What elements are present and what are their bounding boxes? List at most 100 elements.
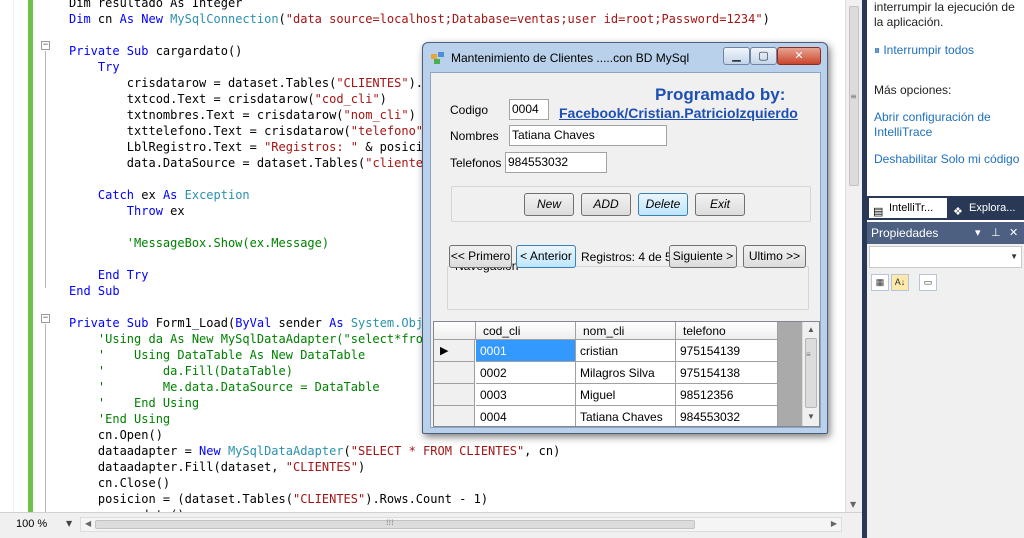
- column-header-telefono[interactable]: telefono: [676, 322, 778, 340]
- categorized-icon[interactable]: ▦: [871, 274, 889, 291]
- code-line[interactable]: ' da.Fill(DataTable): [69, 363, 293, 379]
- code-line[interactable]: crisdatarow = dataset.Tables("CLIENTES")…: [69, 75, 438, 91]
- previous-record-button[interactable]: < Anterior: [516, 245, 576, 268]
- code-line[interactable]: ' Using DataTable As New DataTable: [69, 347, 365, 363]
- clientes-datagrid[interactable]: cod_cli nom_cli telefono ▶ 0001 cristian 97515…: [433, 321, 820, 427]
- code-line[interactable]: ' End Using: [69, 395, 199, 411]
- alphabetical-icon[interactable]: A↓: [891, 274, 909, 291]
- code-line[interactable]: dataadapter = New MySqlDataAdapter("SELE…: [69, 443, 560, 459]
- code-line[interactable]: txttelefono.Text = crisdatarow("telefono…: [69, 123, 430, 139]
- code-line[interactable]: data.DataSource = dataset.Tables("client…: [69, 155, 445, 171]
- code-line[interactable]: Private Sub Form1_Load(ByVal sender As S…: [69, 315, 438, 331]
- scroll-thumb[interactable]: ⁞⁞⁞: [95, 518, 695, 529]
- object-selector-dropdown[interactable]: ▼: [869, 246, 1022, 268]
- grid-cell-telefono[interactable]: 975154139: [676, 340, 778, 362]
- property-pages-icon[interactable]: ▭: [919, 274, 937, 291]
- tab-intellitrace[interactable]: ▤ IntelliTr...: [869, 198, 947, 218]
- code-line[interactable]: 'MessageBox.Show(ex.Message): [69, 235, 329, 251]
- new-button[interactable]: New: [524, 193, 574, 216]
- add-button[interactable]: ADD: [581, 193, 631, 216]
- maximize-button[interactable]: ▢: [750, 47, 777, 65]
- scroll-down-arrow-icon[interactable]: ▼: [807, 412, 815, 421]
- scroll-up-arrow-icon[interactable]: ▲: [807, 325, 815, 334]
- zoom-dropdown-icon[interactable]: ▼: [66, 519, 72, 528]
- row-header[interactable]: [434, 384, 475, 406]
- table-row[interactable]: 0004 Tatiana Chaves 984553032: [434, 406, 778, 426]
- grid-corner-cell[interactable]: [434, 322, 476, 340]
- grid-cell-cod_cli[interactable]: 0003: [476, 384, 576, 406]
- last-record-button[interactable]: Ultimo >>: [743, 245, 806, 268]
- codigo-field[interactable]: 0004: [509, 99, 549, 120]
- code-line[interactable]: Try: [69, 59, 120, 75]
- nombres-field[interactable]: Tatiana Chaves: [509, 125, 667, 146]
- code-line[interactable]: posicion = (dataset.Tables("CLIENTES").R…: [69, 491, 488, 507]
- zoom-level[interactable]: 100 %: [16, 518, 47, 530]
- scroll-left-arrow-icon[interactable]: ◀: [85, 519, 91, 528]
- row-header[interactable]: ▶: [434, 340, 475, 362]
- code-line[interactable]: Dim resultado As Integer: [69, 0, 242, 11]
- code-line[interactable]: 'End Using: [69, 411, 170, 427]
- editor-horizontal-scrollbar[interactable]: ◀ ⁞⁞⁞ ▶: [80, 517, 842, 532]
- grid-cell-cod_cli[interactable]: 0001: [476, 340, 576, 362]
- grid-vertical-scrollbar[interactable]: ▲ ≡ ▼: [802, 322, 819, 426]
- properties-title: Propiedades: [871, 226, 939, 240]
- code-line[interactable]: Dim cn As New MySqlConnection("data sour…: [69, 11, 770, 27]
- grid-cell-nom_cli[interactable]: Milagros Silva: [576, 362, 676, 384]
- disable-just-my-code-link[interactable]: Deshabilitar Solo mi código: [874, 152, 1020, 167]
- scroll-thumb[interactable]: [805, 338, 817, 408]
- table-row[interactable]: 0002 Milagros Silva 975154138: [434, 362, 778, 384]
- code-line[interactable]: cn.Close(): [69, 475, 170, 491]
- grid-cell-cod_cli[interactable]: 0004: [476, 406, 576, 426]
- break-all-link[interactable]: ⏸ Interrumpir todos: [874, 43, 1020, 58]
- row-header[interactable]: [434, 406, 475, 426]
- code-token: End Try: [69, 268, 149, 282]
- code-line[interactable]: Throw ex: [69, 203, 185, 219]
- code-line[interactable]: End Try: [69, 267, 149, 283]
- grid-cell-cod_cli[interactable]: 0002: [476, 362, 576, 384]
- exit-button[interactable]: Exit: [695, 193, 745, 216]
- delete-button[interactable]: Delete: [638, 193, 688, 216]
- editor-vertical-scrollbar[interactable]: ≡ ▼: [845, 0, 862, 512]
- code-line[interactable]: LblRegistro.Text = "Registros: " & posic…: [69, 139, 438, 155]
- telefonos-field[interactable]: 984553032: [505, 152, 607, 173]
- grid-body: cod_cli nom_cli telefono ▶ 0001 cristian 97515…: [434, 322, 778, 426]
- table-row[interactable]: ▶ 0001 cristian 975154139: [434, 340, 778, 362]
- scroll-down-arrow-icon[interactable]: ▼: [850, 500, 856, 509]
- code-line[interactable]: Catch ex As Exception: [69, 187, 250, 203]
- code-line[interactable]: txtnombres.Text = crisdatarow("nom_cli"): [69, 107, 416, 123]
- grid-cell-nom_cli[interactable]: cristian: [576, 340, 676, 362]
- code-token: "data source=localhost;Database=ventas;u…: [285, 12, 763, 26]
- code-token: Exception: [184, 188, 250, 202]
- open-intellitrace-settings-link[interactable]: Abrir configuración de IntelliTrace: [874, 110, 1020, 140]
- close-icon[interactable]: ✕: [1009, 222, 1018, 244]
- code-line[interactable]: dataadapter.Fill(dataset, "CLIENTES"): [69, 459, 365, 475]
- next-record-button[interactable]: Siguiente >: [669, 245, 737, 268]
- column-header-nom_cli[interactable]: nom_cli: [576, 322, 676, 340]
- grid-cell-nom_cli[interactable]: Tatiana Chaves: [576, 406, 676, 426]
- grid-cell-nom_cli[interactable]: Miguel: [576, 384, 676, 406]
- code-line[interactable]: 'Using da As New MySqlDataAdapter("selec…: [69, 331, 430, 347]
- code-token: ): [358, 460, 366, 474]
- form-window[interactable]: Mantenimiento de Clientes .....con BD My…: [422, 42, 828, 434]
- table-row[interactable]: 0003 Miguel 98512356: [434, 384, 778, 406]
- code-line[interactable]: cn.Open(): [69, 427, 163, 443]
- selection-margin: [0, 0, 14, 512]
- code-line[interactable]: ' Me.data.DataSource = DataTable: [69, 379, 380, 395]
- minimize-button[interactable]: ▁: [723, 47, 750, 65]
- facebook-link[interactable]: Facebook/Cristian.PatricioIzquierdo: [559, 105, 798, 121]
- code-line[interactable]: txtcod.Text = crisdatarow("cod_cli"): [69, 91, 387, 107]
- first-record-button[interactable]: << Primero: [449, 245, 512, 268]
- code-line[interactable]: End Sub: [69, 283, 120, 299]
- row-header[interactable]: [434, 362, 475, 384]
- column-header-cod_cli[interactable]: cod_cli: [476, 322, 576, 340]
- tab-solution-explorer[interactable]: ❖ Explora...: [949, 198, 1024, 218]
- grid-cell-telefono[interactable]: 984553032: [676, 406, 778, 426]
- close-button[interactable]: ✕: [777, 47, 821, 65]
- window-position-dropdown-icon[interactable]: ▾: [975, 222, 981, 244]
- code-token: As New: [119, 12, 171, 26]
- pin-icon[interactable]: ⊥: [991, 222, 1001, 244]
- code-line[interactable]: Private Sub cargardato(): [69, 43, 242, 59]
- scroll-right-arrow-icon[interactable]: ▶: [831, 519, 837, 528]
- grid-cell-telefono[interactable]: 975154138: [676, 362, 778, 384]
- grid-cell-telefono[interactable]: 98512356: [676, 384, 778, 406]
